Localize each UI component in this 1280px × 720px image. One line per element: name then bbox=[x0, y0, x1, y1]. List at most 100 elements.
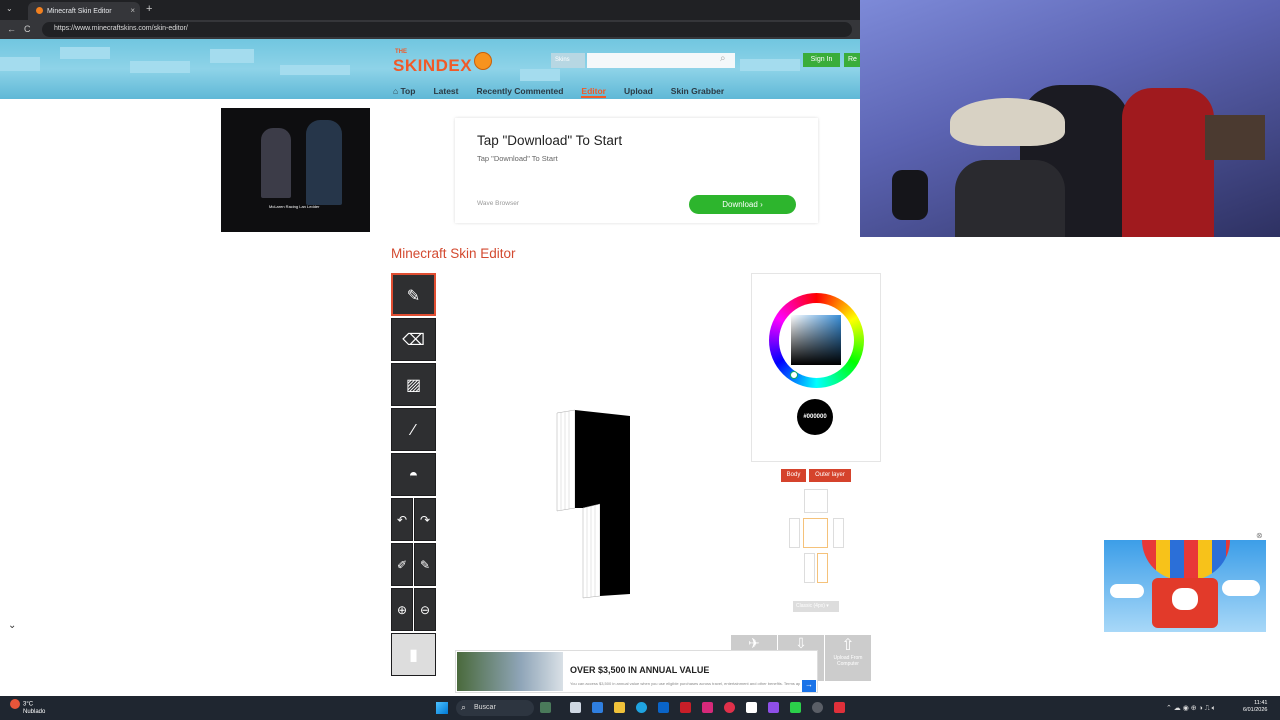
new-tab-button[interactable]: + bbox=[146, 3, 152, 15]
register-button[interactable]: Re bbox=[844, 53, 860, 67]
zoom-in-icon: ⊕ bbox=[396, 603, 408, 617]
undo-button[interactable]: ↶ bbox=[391, 498, 413, 541]
ad-title: Tap "Download" To Start bbox=[477, 133, 623, 148]
arrow-right-icon[interactable]: → bbox=[802, 680, 816, 692]
upload-button[interactable]: ⇧ Upload From Computer bbox=[825, 635, 871, 681]
kick-icon[interactable] bbox=[790, 702, 801, 713]
media-player-icon[interactable] bbox=[724, 702, 735, 713]
brush-tool[interactable]: ▨ bbox=[391, 363, 436, 406]
pencil-tool[interactable]: ✎ bbox=[391, 273, 436, 316]
ad-brand: Wave Browser bbox=[477, 200, 520, 207]
sign-in-button[interactable]: Sign In bbox=[803, 53, 840, 67]
part-left-arm[interactable] bbox=[833, 518, 844, 548]
url-input[interactable]: https://www.minecraftskins.com/skin-edit… bbox=[42, 22, 852, 37]
nav-upload[interactable]: Upload bbox=[624, 86, 653, 98]
netflix-icon[interactable] bbox=[680, 702, 691, 713]
outlook-icon[interactable] bbox=[658, 702, 669, 713]
eyedropper-tool[interactable]: ⁄ bbox=[391, 408, 436, 451]
logo-the: THE bbox=[395, 49, 407, 55]
ad-download-button[interactable]: Download › bbox=[689, 195, 796, 214]
windows-start-icon[interactable] bbox=[436, 702, 448, 714]
file-explorer-icon[interactable] bbox=[614, 702, 625, 713]
video-ad[interactable]: McLaren Racing Lan Ledder bbox=[221, 108, 370, 232]
bucket-icon: ◓ bbox=[408, 467, 419, 484]
darken-icon: ✐ bbox=[396, 558, 408, 572]
darken-button[interactable]: ✐ bbox=[391, 543, 413, 586]
editor-title: Minecraft Skin Editor bbox=[391, 246, 516, 261]
redo-button[interactable]: ↷ bbox=[414, 498, 436, 541]
layer-body-button[interactable]: Body bbox=[781, 469, 806, 482]
weather-icon bbox=[10, 699, 20, 709]
amazon-icon[interactable] bbox=[746, 702, 757, 713]
upload-icon: ⇧ bbox=[841, 637, 855, 654]
eraser-tool[interactable]: ⌫ bbox=[391, 318, 436, 361]
bottom-ad-fineprint: You can access $3,500 in annual value wh… bbox=[570, 681, 800, 686]
part-head[interactable] bbox=[804, 489, 828, 513]
copilot-icon[interactable] bbox=[592, 702, 603, 713]
widgets-icon[interactable] bbox=[540, 702, 551, 713]
twitch-icon[interactable] bbox=[768, 702, 779, 713]
redo-icon: ↷ bbox=[419, 513, 431, 527]
part-torso[interactable] bbox=[803, 518, 828, 548]
bucket-tool[interactable]: ◓ bbox=[391, 453, 436, 496]
skin-3d-preview[interactable] bbox=[555, 408, 633, 600]
system-tray[interactable]: ⌃ ☁ ◉ ⊕ ◑ ⎍ 🔈︎ bbox=[1166, 704, 1216, 713]
zoom-in-button[interactable]: ⊕ bbox=[391, 588, 413, 631]
tab-search-icon[interactable]: ⌄ bbox=[6, 4, 13, 13]
search-icon: ⌕ bbox=[461, 702, 467, 712]
pumpkin-logo-icon bbox=[474, 52, 492, 70]
lighten-button[interactable]: ✎ bbox=[414, 543, 436, 586]
lighten-icon: ✎ bbox=[419, 558, 431, 572]
chevron-right-icon: › bbox=[760, 200, 763, 209]
close-icon[interactable]: ⊗ bbox=[1256, 531, 1263, 540]
bottom-ad-title: OVER $3,500 IN ANNUAL VALUE bbox=[570, 665, 710, 675]
part-right-arm[interactable] bbox=[789, 518, 800, 548]
part-right-leg[interactable] bbox=[804, 553, 815, 583]
reload-icon[interactable]: C bbox=[24, 24, 31, 34]
back-icon[interactable]: ← bbox=[7, 24, 16, 34]
layer-outer-button[interactable]: Outer layer bbox=[809, 469, 851, 482]
edge-icon[interactable] bbox=[636, 702, 647, 713]
eraser-icon: ⌫ bbox=[402, 332, 425, 349]
part-left-leg[interactable] bbox=[817, 553, 828, 583]
tab-title: Minecraft Skin Editor bbox=[47, 8, 112, 15]
clock[interactable]: 11:41 6/01/2026 bbox=[1243, 700, 1267, 714]
floating-video-ad[interactable] bbox=[1104, 540, 1266, 632]
hue-handle[interactable] bbox=[790, 371, 798, 379]
taskbar-search[interactable]: ⌕ Buscar bbox=[456, 700, 534, 716]
skindex-favicon-icon bbox=[36, 7, 43, 14]
eyedropper-icon: ⁄ bbox=[412, 422, 415, 439]
undo-icon: ↶ bbox=[396, 513, 408, 527]
current-color-swatch[interactable]: #000000 bbox=[797, 399, 833, 435]
nav-top[interactable]: ⌂ Top bbox=[393, 86, 415, 98]
model-type-select[interactable]: Classic (4px) ▾ bbox=[793, 601, 839, 612]
chrome-icon[interactable] bbox=[812, 702, 823, 713]
nav-latest[interactable]: Latest bbox=[433, 86, 458, 98]
tab-minecraft-skin-editor[interactable]: Minecraft Skin Editor × bbox=[28, 2, 140, 20]
instagram-icon[interactable] bbox=[702, 702, 713, 713]
search-input[interactable] bbox=[587, 53, 735, 68]
nav-skin-grabber[interactable]: Skin Grabber bbox=[671, 86, 724, 98]
task-view-icon[interactable] bbox=[570, 702, 581, 713]
chevron-down-icon: ▾ bbox=[826, 603, 829, 609]
app-icon[interactable] bbox=[834, 702, 845, 713]
search-icon[interactable]: ⌕ bbox=[720, 53, 726, 64]
download-icon: ⇩ bbox=[795, 635, 807, 651]
brush-icon: ▨ bbox=[405, 377, 422, 394]
main-nav: ⌂ Top Latest Recently Commented Editor U… bbox=[393, 86, 742, 98]
nav-editor[interactable]: Editor bbox=[581, 86, 606, 98]
nav-recently-commented[interactable]: Recently Commented bbox=[477, 86, 564, 98]
chevron-down-icon[interactable]: ⌄ bbox=[8, 620, 16, 631]
saturation-value-square[interactable] bbox=[791, 315, 841, 365]
home-icon: ⌂ bbox=[393, 86, 401, 96]
video-caption: McLaren Racing Lan Ledder bbox=[269, 204, 320, 209]
bottom-ad-image bbox=[457, 652, 563, 691]
search-category-select[interactable]: Skins bbox=[551, 53, 585, 68]
toggle-body-parts-button[interactable]: ▮ bbox=[391, 633, 436, 676]
weather-widget[interactable]: 3°C Nublado bbox=[10, 699, 45, 716]
webcam-overlay bbox=[860, 0, 1280, 237]
editor-toolbar: ✎ ⌫ ▨ ⁄ ◓ ↶ ↷ ✐ ✎ ⊕ ⊖ ▮ bbox=[391, 273, 437, 693]
skindex-logo[interactable]: SKINDEX bbox=[393, 56, 472, 76]
zoom-out-button[interactable]: ⊖ bbox=[414, 588, 436, 631]
tab-close-icon[interactable]: × bbox=[130, 6, 135, 15]
